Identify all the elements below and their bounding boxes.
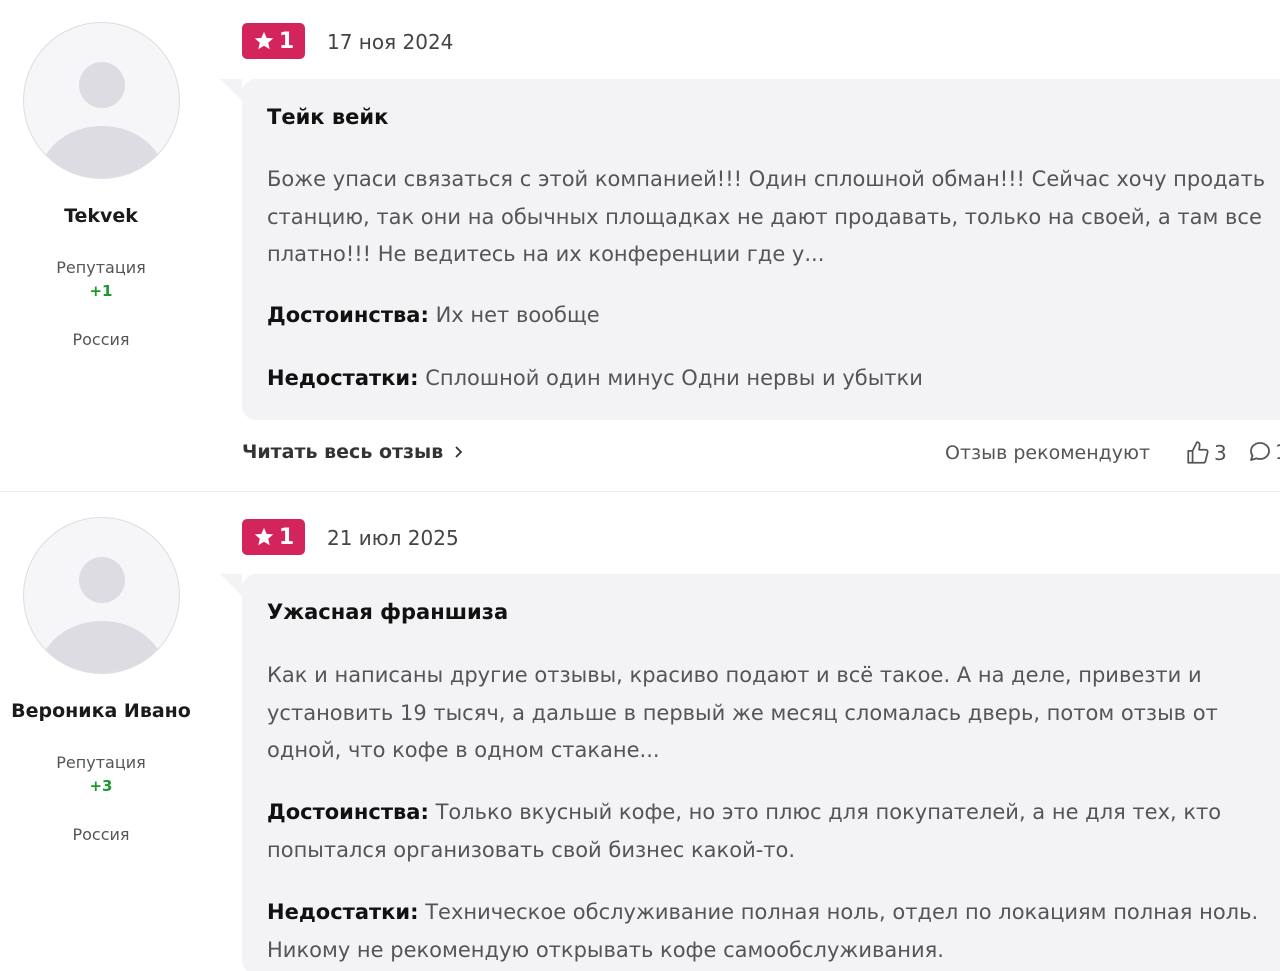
chevron-right-icon: [455, 446, 463, 458]
review-date: 21 июл 2025: [327, 526, 459, 550]
read-full-review-link[interactable]: Читать весь отзыв: [242, 441, 465, 463]
author-country: Россия: [72, 330, 130, 349]
rating-badge: 1: [242, 519, 305, 555]
review-pros: Достоинства: Только вкусный кофе, но это…: [267, 794, 1267, 869]
star-icon: [254, 31, 274, 50]
review-body: Тейк вейк Боже упаси связаться с этой ко…: [220, 79, 1280, 420]
thumb-up-icon: [1187, 441, 1209, 464]
pros-label: Достоинства:: [267, 800, 429, 824]
review-text: Боже упаси связаться с этой компанией!!!…: [267, 167, 1266, 266]
comments-button[interactable]: 1: [1248, 440, 1280, 464]
like-button[interactable]: 3: [1185, 440, 1227, 466]
cons-label: Недостатки:: [267, 366, 419, 390]
review-date: 17 ноя 2024: [327, 30, 454, 54]
pros-label: Достоинства:: [267, 303, 429, 327]
rating-badge: 1: [242, 23, 305, 59]
reputation-label: Репутация: [56, 753, 146, 772]
rating-value: 1: [278, 28, 295, 54]
comments-count: 1: [1275, 440, 1280, 464]
author-name[interactable]: Tekvek: [0, 205, 202, 227]
review-body: Ужасная франшиза Как и написаны другие о…: [220, 574, 1280, 971]
review-text: Как и написаны другие отзывы, красиво по…: [267, 663, 1218, 762]
review-pros: Достоинства: Их нет вообще: [267, 297, 1267, 335]
avatar[interactable]: [23, 517, 180, 674]
review-card: Вероника Ивано Репутация +3 Россия 1 21 …: [0, 492, 1280, 971]
cons-label: Недостатки:: [267, 900, 419, 924]
review-title[interactable]: Ужасная франшиза: [267, 600, 508, 624]
author-country: Россия: [72, 825, 130, 844]
avatar[interactable]: [23, 22, 180, 179]
read-more-label: Читать весь отзыв: [242, 441, 444, 463]
recommend-label: Отзыв рекомендуют: [945, 442, 1151, 464]
pros-text: Их нет вообще: [435, 303, 600, 327]
review-cons: Недостатки: Сплошной один минус Одни нер…: [267, 360, 1267, 398]
reputation-label: Репутация: [56, 258, 146, 277]
user-avatar-icon: [38, 62, 166, 178]
cons-text: Сплошной один минус Одни нервы и убытки: [425, 366, 923, 390]
author-name[interactable]: Вероника Ивано: [0, 700, 202, 722]
comment-icon: [1250, 442, 1270, 461]
review-cons: Недостатки: Техническое обслуживание пол…: [267, 894, 1267, 969]
review-card: Tekvek Репутация +1 Россия 1 17 ноя 2024…: [0, 0, 1280, 491]
rating-value: 1: [278, 524, 295, 550]
reputation-value: +1: [89, 282, 113, 300]
reputation-value: +3: [89, 777, 113, 795]
likes-count: 3: [1214, 441, 1227, 465]
star-icon: [254, 527, 274, 546]
user-avatar-icon: [38, 557, 166, 673]
review-title[interactable]: Тейк вейк: [267, 105, 388, 129]
